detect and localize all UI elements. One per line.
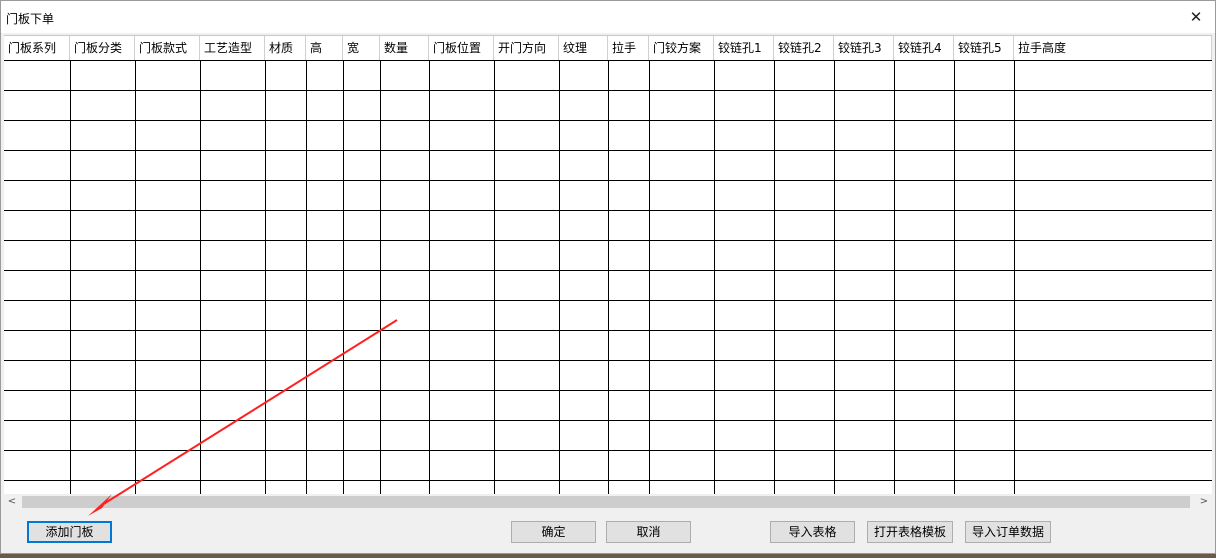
row-divider — [4, 330, 1212, 331]
close-icon[interactable]: ✕ — [1183, 5, 1209, 29]
row-divider — [4, 180, 1212, 181]
column-header[interactable]: 门板款式 — [135, 36, 200, 60]
column-divider — [954, 60, 955, 495]
row-divider — [4, 210, 1212, 211]
column-divider — [608, 60, 609, 495]
column-header[interactable]: 门板分类 — [70, 36, 135, 60]
door-order-grid[interactable]: 门板系列 门板分类 门板款式 工艺造型 材质高宽数量 门板位置 开门方向 纹理 拉手 门铰方案 铰链… — [4, 35, 1212, 495]
column-header[interactable]: 铰链孔4 — [894, 36, 954, 60]
ok-button[interactable]: 确定 — [511, 521, 596, 543]
row-divider — [4, 360, 1212, 361]
column-header[interactable]: 纹理 — [559, 36, 608, 60]
column-header[interactable]: 材质 — [265, 36, 306, 60]
column-header[interactable]: 铰链孔3 — [834, 36, 894, 60]
import-order-data-button[interactable]: 导入订单数据 — [965, 521, 1051, 543]
column-divider — [714, 60, 715, 495]
scroll-thumb[interactable] — [22, 496, 1190, 508]
cancel-button[interactable]: 取消 — [606, 521, 691, 543]
column-header[interactable]: 门板系列 — [4, 36, 70, 60]
add-door-button[interactable]: 添加门板 — [27, 521, 112, 543]
column-header[interactable]: 铰链孔1 — [714, 36, 774, 60]
row-divider — [4, 450, 1212, 451]
column-divider — [649, 60, 650, 495]
scroll-left-icon[interactable]: < — [4, 494, 20, 510]
column-divider — [494, 60, 495, 495]
column-header[interactable]: 数量 — [380, 36, 429, 60]
column-header[interactable]: 门铰方案 — [649, 36, 714, 60]
title-bar: 门板下单 ✕ — [1, 1, 1215, 33]
row-divider — [4, 120, 1212, 121]
column-header[interactable]: 拉手高度 — [1014, 36, 1212, 60]
row-divider — [4, 90, 1212, 91]
scroll-right-icon[interactable]: > — [1196, 494, 1212, 510]
column-divider — [774, 60, 775, 495]
column-divider — [380, 60, 381, 495]
row-divider — [4, 150, 1212, 151]
column-header[interactable]: 工艺造型 — [200, 36, 265, 60]
column-divider — [1014, 60, 1015, 495]
column-header[interactable]: 铰链孔2 — [774, 36, 834, 60]
column-header[interactable]: 宽 — [343, 36, 380, 60]
column-divider — [559, 60, 560, 495]
window-title: 门板下单 — [6, 12, 55, 26]
row-divider — [4, 480, 1212, 481]
grid-header: 门板系列 门板分类 门板款式 工艺造型 材质高宽数量 门板位置 开门方向 纹理 拉手 门铰方案 铰链… — [4, 36, 1212, 61]
open-table-template-button[interactable]: 打开表格模板 — [867, 521, 953, 543]
column-divider — [429, 60, 430, 495]
horizontal-scrollbar[interactable]: < > — [4, 494, 1212, 510]
row-divider — [4, 270, 1212, 271]
column-header[interactable]: 开门方向 — [494, 36, 559, 60]
door-order-dialog: 门板下单 ✕ 门板系列 门板分类 门板款式 工艺造型 材质高宽数量 门板位置 开门方向 纹理拉… — [0, 0, 1216, 554]
column-divider — [265, 60, 266, 495]
column-divider — [894, 60, 895, 495]
column-divider — [70, 60, 71, 495]
row-divider — [4, 390, 1212, 391]
column-divider — [200, 60, 201, 495]
column-header[interactable]: 高 — [306, 36, 343, 60]
column-divider — [343, 60, 344, 495]
column-divider — [306, 60, 307, 495]
column-divider — [834, 60, 835, 495]
column-header[interactable]: 铰链孔5 — [954, 36, 1014, 60]
column-header[interactable]: 门板位置 — [429, 36, 494, 60]
row-divider — [4, 420, 1212, 421]
row-divider — [4, 300, 1212, 301]
import-table-button[interactable]: 导入表格 — [770, 521, 855, 543]
column-divider — [135, 60, 136, 495]
column-header[interactable]: 拉手 — [608, 36, 649, 60]
row-divider — [4, 240, 1212, 241]
